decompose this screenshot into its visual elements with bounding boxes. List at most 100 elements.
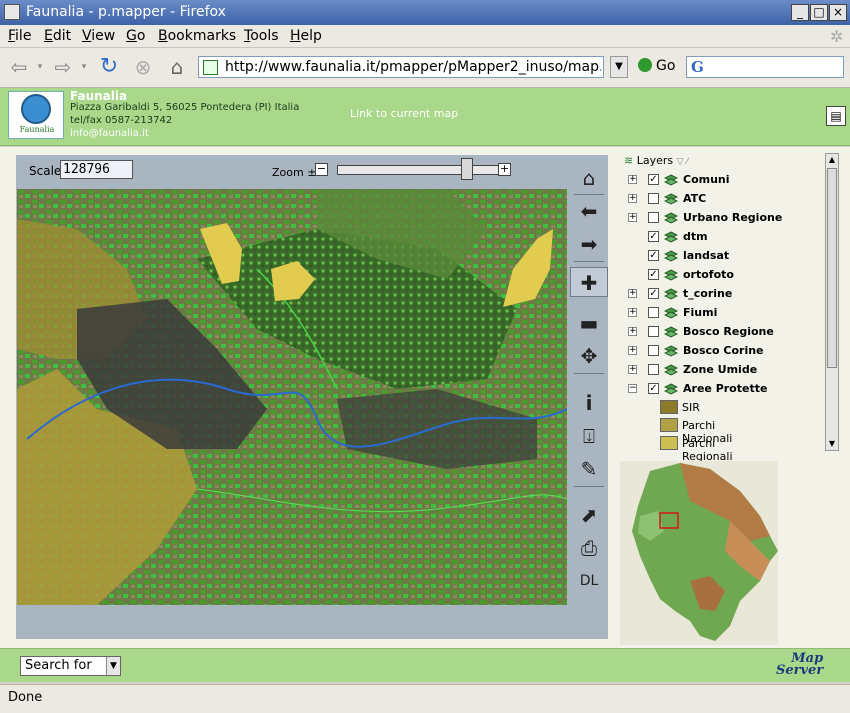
ruler-icon[interactable]: ✎ bbox=[570, 454, 608, 484]
menu-file[interactable]: File bbox=[8, 28, 31, 44]
reference-map[interactable] bbox=[620, 461, 778, 645]
expand-icon[interactable]: + bbox=[628, 308, 637, 317]
layer-label[interactable]: Bosco Corine bbox=[683, 344, 764, 357]
map-canvas[interactable]: 0 1 2 3 4 5 km bbox=[17, 189, 567, 605]
layer-checkbox[interactable] bbox=[648, 193, 659, 204]
zoom-slider-handle[interactable] bbox=[461, 158, 473, 180]
mapserver-logo[interactable]: Map Server bbox=[776, 652, 823, 677]
reference-icon[interactable]: ⬈ bbox=[570, 500, 608, 530]
map-toolbar: ⌂ ⬅ ➡ ✚ ▬ ✥ i ⍗ ✎ ⬈ ⎙ DL bbox=[570, 155, 608, 603]
layer-checkbox[interactable]: ✓ bbox=[648, 231, 659, 242]
layer-checkbox[interactable] bbox=[648, 364, 659, 375]
layer-label[interactable]: Zone Umide bbox=[683, 363, 757, 376]
maximize-button[interactable]: □ bbox=[810, 4, 828, 21]
print-icon[interactable]: ⎙ bbox=[570, 533, 608, 563]
layer-checkbox[interactable]: ✓ bbox=[648, 269, 659, 280]
forward-icon[interactable]: ⇨ bbox=[50, 54, 76, 80]
zoom-in-slider-button[interactable]: + bbox=[498, 163, 511, 176]
stop-icon[interactable]: ⊗ bbox=[130, 54, 156, 80]
layer-label[interactable]: Bosco Regione bbox=[683, 325, 774, 338]
layer-checkbox[interactable] bbox=[648, 345, 659, 356]
logo-text: Faunalia bbox=[19, 125, 55, 134]
layer-label[interactable]: ortofoto bbox=[683, 268, 734, 281]
expand-icon[interactable]: + bbox=[628, 194, 637, 203]
organization-email-link[interactable]: info@faunalia.it bbox=[70, 128, 149, 139]
layers-scrollbar[interactable]: ▲ ▼ bbox=[825, 153, 839, 451]
legend-swatch bbox=[660, 400, 678, 414]
sort-icon[interactable]: ▽ ⁄ bbox=[677, 157, 688, 167]
download-button[interactable]: DL bbox=[570, 566, 608, 596]
select-info-icon[interactable]: ⍗ bbox=[570, 421, 608, 451]
layer-row: + ✓ t_corine bbox=[618, 285, 824, 304]
layers-panel: ≋ Layers ▽ ⁄ + ✓ Comuni + ATC + Urbano Regione… bbox=[618, 151, 824, 463]
minus-icon[interactable]: ▬ bbox=[570, 308, 608, 338]
layer-label[interactable]: landsat bbox=[683, 249, 729, 262]
expand-icon[interactable]: + bbox=[628, 213, 637, 222]
scale-input[interactable] bbox=[60, 160, 133, 179]
layer-checkbox[interactable] bbox=[648, 307, 659, 318]
layer-icon bbox=[663, 383, 679, 395]
layers-stack-icon: ≋ bbox=[624, 154, 634, 167]
menu-view[interactable]: View bbox=[82, 28, 115, 44]
window-menu-icon[interactable] bbox=[4, 4, 20, 20]
back-icon[interactable]: ⇦ bbox=[6, 54, 32, 80]
home-icon[interactable]: ⌂ bbox=[164, 54, 190, 80]
expand-icon[interactable]: + bbox=[628, 289, 637, 298]
chevron-down-icon[interactable]: ▼ bbox=[106, 657, 120, 675]
forward-history-icon[interactable]: ▾ bbox=[78, 54, 90, 80]
info-icon[interactable]: i bbox=[570, 388, 608, 418]
search-for-select[interactable]: Search for ▼ bbox=[20, 656, 121, 676]
faunalia-logo: Faunalia bbox=[8, 91, 64, 139]
layer-checkbox[interactable]: ✓ bbox=[648, 250, 659, 261]
link-to-current-map[interactable]: Link to current map bbox=[350, 107, 458, 120]
layer-icon bbox=[663, 250, 679, 262]
arrow-right-icon[interactable]: ➡ bbox=[570, 229, 608, 259]
layer-checkbox[interactable]: ✓ bbox=[648, 288, 659, 299]
menu-help[interactable]: Help bbox=[290, 28, 322, 44]
menu-edit[interactable]: Edit bbox=[44, 28, 71, 44]
back-history-icon[interactable]: ▾ bbox=[34, 54, 46, 80]
scroll-up-icon[interactable]: ▲ bbox=[826, 154, 838, 166]
layers-title[interactable]: ≋ Layers ▽ ⁄ bbox=[624, 154, 688, 167]
menu-go[interactable]: Go bbox=[126, 28, 145, 44]
go-button[interactable]: Go bbox=[638, 58, 675, 74]
google-icon[interactable]: G bbox=[691, 58, 704, 76]
expand-icon[interactable]: + bbox=[628, 327, 637, 336]
close-button[interactable]: × bbox=[829, 4, 847, 21]
url-field[interactable]: http://www.faunalia.it/pmapper/pMapper2_… bbox=[198, 56, 604, 78]
layer-label[interactable]: Comuni bbox=[683, 173, 730, 186]
expand-icon[interactable]: + bbox=[628, 346, 637, 355]
move-icon[interactable]: ✥ bbox=[570, 341, 608, 371]
zoom-slider[interactable] bbox=[337, 165, 505, 175]
plus-icon[interactable]: ✚ bbox=[570, 267, 608, 297]
arrow-left-icon[interactable]: ⬅ bbox=[570, 196, 608, 226]
url-history-dropdown[interactable]: ▼ bbox=[610, 56, 628, 78]
scroll-down-icon[interactable]: ▼ bbox=[826, 438, 838, 450]
layer-label[interactable]: Fiumi bbox=[683, 306, 717, 319]
layer-checkbox[interactable]: ✓ bbox=[648, 383, 659, 394]
layer-checkbox[interactable] bbox=[648, 212, 659, 223]
layer-label[interactable]: ATC bbox=[683, 192, 706, 205]
layer-checkbox[interactable]: ✓ bbox=[648, 174, 659, 185]
minimize-button[interactable]: _ bbox=[791, 4, 809, 21]
layer-label[interactable]: Urbano Regione bbox=[683, 211, 782, 224]
scrollbar-thumb[interactable] bbox=[827, 168, 837, 368]
menu-bookmarks[interactable]: Bookmarks bbox=[158, 28, 236, 44]
menu-tools[interactable]: Tools bbox=[244, 28, 279, 44]
expand-icon[interactable]: + bbox=[628, 175, 637, 184]
browser-statusbar: Done bbox=[0, 684, 850, 713]
reload-icon[interactable]: ↻ bbox=[96, 54, 122, 80]
layer-label[interactable]: Aree Protette bbox=[683, 382, 767, 395]
layer-label[interactable]: dtm bbox=[683, 230, 708, 243]
expand-icon[interactable]: + bbox=[628, 365, 637, 374]
collapse-icon[interactable]: − bbox=[628, 384, 637, 393]
layer-checkbox[interactable] bbox=[648, 326, 659, 337]
zoom-label: Zoom ± bbox=[272, 166, 317, 179]
layer-label[interactable]: t_corine bbox=[683, 287, 732, 300]
home-icon[interactable]: ⌂ bbox=[570, 163, 608, 193]
print-preview-icon[interactable]: ▤ bbox=[826, 106, 846, 126]
search-engine-field[interactable]: G bbox=[686, 56, 844, 78]
go-arrow-icon bbox=[638, 58, 652, 72]
zoom-out-slider-button[interactable]: − bbox=[315, 163, 328, 176]
layer-row: + Bosco Regione bbox=[618, 323, 824, 342]
